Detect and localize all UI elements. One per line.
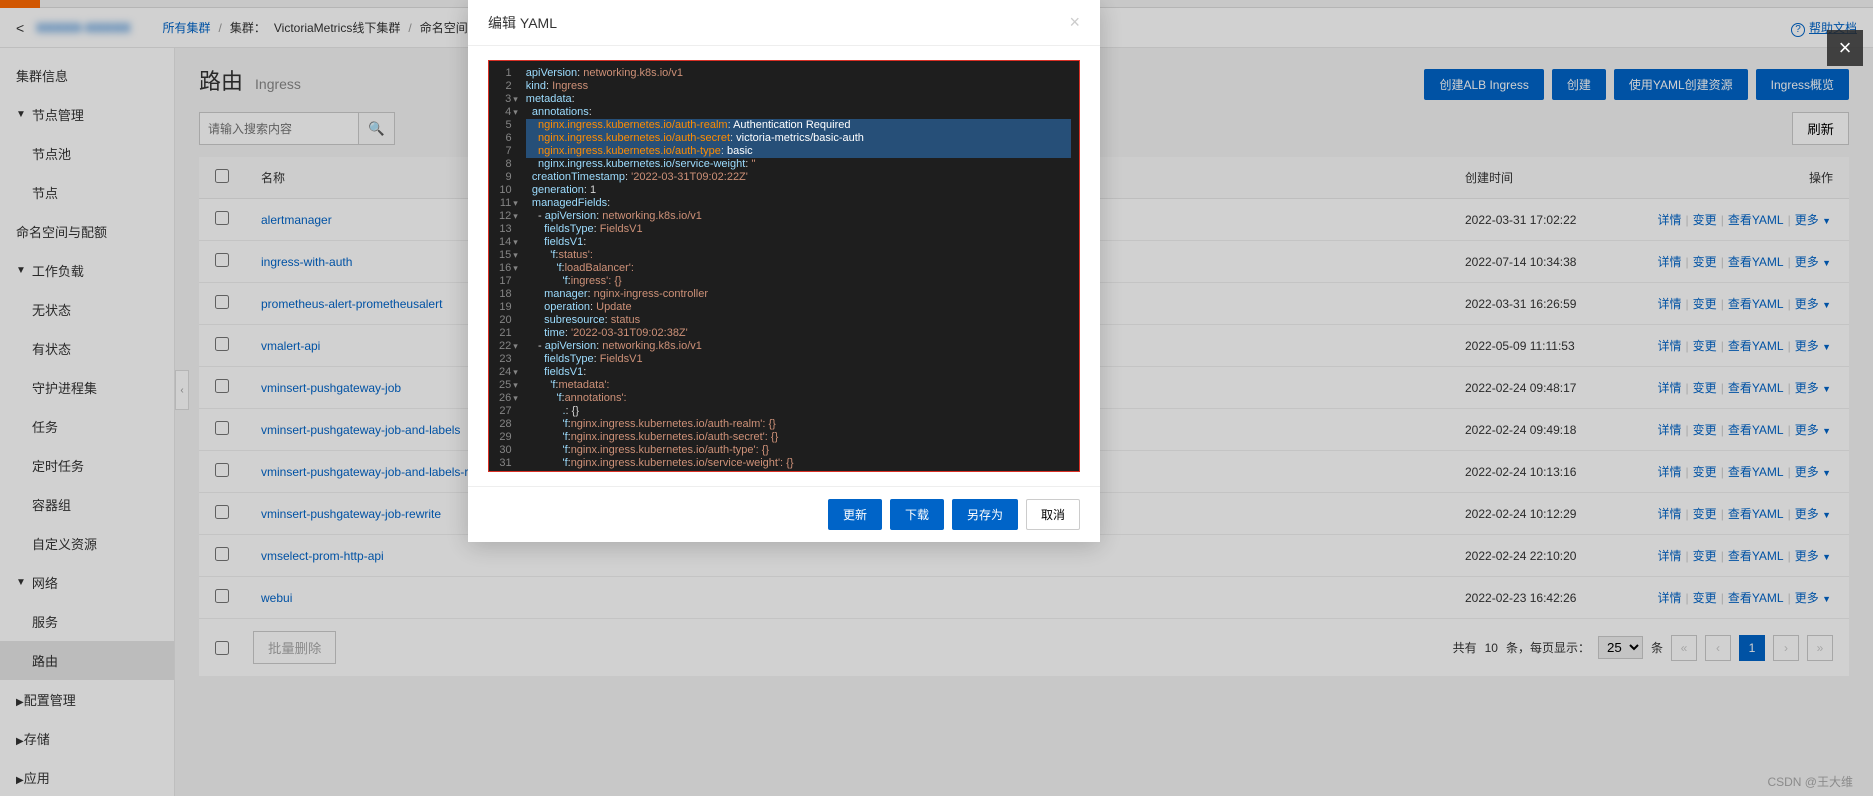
cancel-button[interactable]: 取消 — [1026, 499, 1080, 530]
modal-title: 编辑 YAML — [488, 13, 557, 33]
overlay-close-icon[interactable]: × — [1827, 30, 1863, 66]
yaml-editor-wrap: 1 2 3▾4▾5 6 7 8 9 10 11▾12▾13 14▾15▾16▾1… — [488, 60, 1080, 472]
edit-yaml-modal: 编辑 YAML × 1 2 3▾4▾5 6 7 8 9 10 11▾12▾13 … — [468, 0, 1100, 542]
yaml-editor[interactable]: 1 2 3▾4▾5 6 7 8 9 10 11▾12▾13 14▾15▾16▾1… — [489, 61, 1079, 471]
download-button[interactable]: 下载 — [890, 499, 944, 530]
update-button[interactable]: 更新 — [828, 499, 882, 530]
saveas-button[interactable]: 另存为 — [952, 499, 1018, 530]
modal-close-icon[interactable]: × — [1069, 12, 1080, 33]
